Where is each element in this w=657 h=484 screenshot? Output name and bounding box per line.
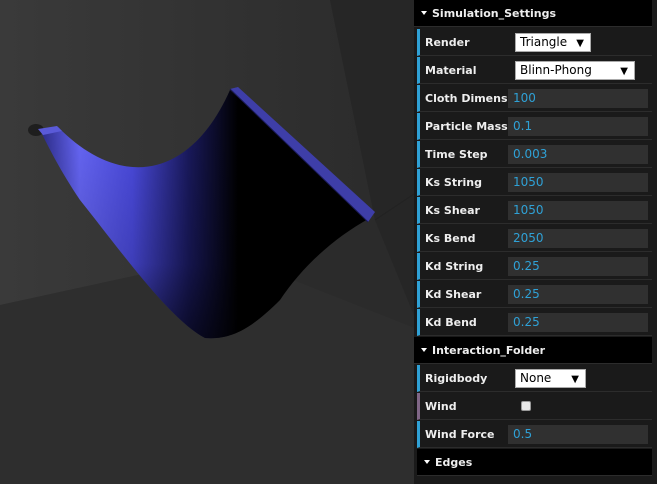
row-kd-shear: Kd Shear 0.25 xyxy=(417,281,655,308)
param-label: Kd Shear xyxy=(425,288,482,301)
ks-shear-input[interactable]: 1050 xyxy=(508,201,648,220)
folder-interaction[interactable]: Interaction_Folder xyxy=(414,337,655,364)
param-label: Ks Bend xyxy=(425,232,476,245)
wind-label: Wind xyxy=(425,400,457,413)
row-wind-force: Wind Force 0.5 xyxy=(417,421,655,448)
kd-bend-input[interactable]: 0.25 xyxy=(508,313,648,332)
rigidbody-label: Rigidbody xyxy=(425,372,488,385)
ks-string-input[interactable]: 1050 xyxy=(508,173,648,192)
chevron-down-icon: ▼ xyxy=(620,66,628,77)
param-label: Kd Bend xyxy=(425,316,477,329)
folder-title-label: Interaction_Folder xyxy=(432,344,546,357)
settings-panel: Simulation_Settings Render Triangle ▼ Ma… xyxy=(414,0,657,484)
rigidbody-select-value: None xyxy=(520,371,552,385)
row-render: Render Triangle ▼ xyxy=(417,29,655,56)
row-wind: Wind xyxy=(417,393,655,420)
folder-edges[interactable]: Edges xyxy=(417,449,655,476)
param-label: Particle Mass xyxy=(425,120,508,133)
chevron-down-icon xyxy=(421,348,427,352)
wind-checkbox[interactable] xyxy=(521,401,531,411)
material-label: Material xyxy=(425,64,477,77)
kd-string-input[interactable]: 0.25 xyxy=(508,257,648,276)
panel-scrollbar[interactable] xyxy=(652,0,657,484)
ks-bend-input[interactable]: 2050 xyxy=(508,229,648,248)
kd-shear-input[interactable]: 0.25 xyxy=(508,285,648,304)
wind-force-label: Wind Force xyxy=(425,428,495,441)
row-particle-mass: Particle Mass 0.1 xyxy=(417,113,655,140)
material-select[interactable]: Blinn-Phong ▼ xyxy=(515,61,635,80)
row-ks-shear: Ks Shear 1050 xyxy=(417,197,655,224)
chevron-down-icon: ▼ xyxy=(571,374,579,385)
app-window: Simulation_Settings Render Triangle ▼ Ma… xyxy=(0,0,657,484)
chevron-down-icon xyxy=(424,460,430,464)
row-material: Material Blinn-Phong ▼ xyxy=(417,57,655,84)
row-ks-bend: Ks Bend 2050 xyxy=(417,225,655,252)
row-ks-string: Ks String 1050 xyxy=(417,169,655,196)
render-select[interactable]: Triangle ▼ xyxy=(515,33,591,52)
folder-simulation-settings[interactable]: Simulation_Settings xyxy=(414,0,655,27)
param-label: Time Step xyxy=(425,148,488,161)
time-step-input[interactable]: 0.003 xyxy=(508,145,648,164)
param-label: Kd String xyxy=(425,260,484,273)
render-select-value: Triangle xyxy=(520,35,568,49)
param-label: Ks Shear xyxy=(425,204,480,217)
rigidbody-select[interactable]: None ▼ xyxy=(515,369,586,388)
render-label: Render xyxy=(425,36,470,49)
material-select-value: Blinn-Phong xyxy=(520,63,592,77)
particle-mass-input[interactable]: 0.1 xyxy=(508,117,648,136)
wind-force-input[interactable]: 0.5 xyxy=(508,425,648,444)
row-kd-bend: Kd Bend 0.25 xyxy=(417,309,655,336)
chevron-down-icon: ▼ xyxy=(576,38,584,49)
row-time-step: Time Step 0.003 xyxy=(417,141,655,168)
row-kd-string: Kd String 0.25 xyxy=(417,253,655,280)
row-cloth-dimension: Cloth Dimension 100 xyxy=(417,85,655,112)
cloth-dimension-input[interactable]: 100 xyxy=(508,89,648,108)
folder-title-label: Edges xyxy=(435,456,473,469)
param-label: Ks String xyxy=(425,176,482,189)
row-rigidbody: Rigidbody None ▼ xyxy=(417,365,655,392)
folder-title-label: Simulation_Settings xyxy=(432,7,557,20)
chevron-down-icon xyxy=(421,11,427,15)
